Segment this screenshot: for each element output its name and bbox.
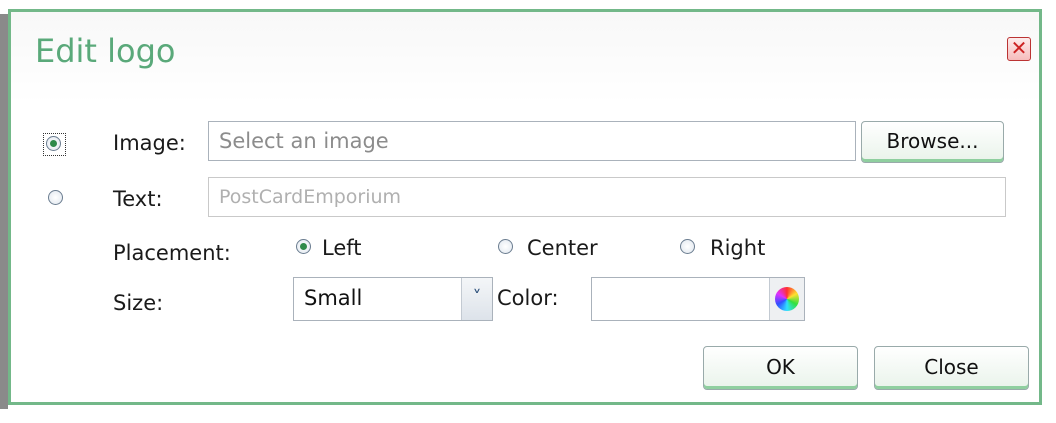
text-radio[interactable] [48, 190, 63, 205]
close-icon[interactable]: ✕ [1007, 37, 1031, 61]
size-select[interactable]: Small ˅ [293, 277, 493, 321]
image-input[interactable]: Select an image [208, 121, 856, 161]
placement-left-label: Left [322, 236, 362, 260]
image-radio[interactable] [46, 136, 61, 151]
image-label: Image: [113, 131, 186, 155]
placement-label: Placement: [113, 241, 231, 265]
text-input[interactable]: PostCardEmporium [208, 177, 1006, 217]
size-value: Small [304, 286, 363, 310]
color-label: Color: [497, 286, 559, 310]
browse-button[interactable]: Browse... [861, 121, 1004, 163]
ok-button[interactable]: OK [703, 346, 858, 390]
placement-center-label: Center [527, 236, 598, 260]
placement-left-radio[interactable] [296, 239, 311, 254]
color-picker-button[interactable] [769, 278, 804, 320]
placement-center-radio[interactable] [498, 239, 513, 254]
edit-logo-dialog: Edit logo ✕ Image: Select an image Brows… [8, 9, 1042, 405]
placement-right-radio[interactable] [680, 239, 695, 254]
color-wheel-icon [775, 287, 799, 311]
color-input[interactable] [591, 277, 805, 321]
placement-right-label: Right [710, 236, 766, 260]
dialog-titlebar: Edit logo ✕ [11, 12, 1039, 104]
text-label: Text: [113, 187, 163, 211]
size-label: Size: [113, 291, 164, 315]
close-button[interactable]: Close [874, 346, 1029, 390]
dialog-shadow [0, 14, 8, 409]
dialog-title: Edit logo [35, 32, 176, 70]
chevron-down-icon[interactable]: ˅ [461, 278, 492, 320]
